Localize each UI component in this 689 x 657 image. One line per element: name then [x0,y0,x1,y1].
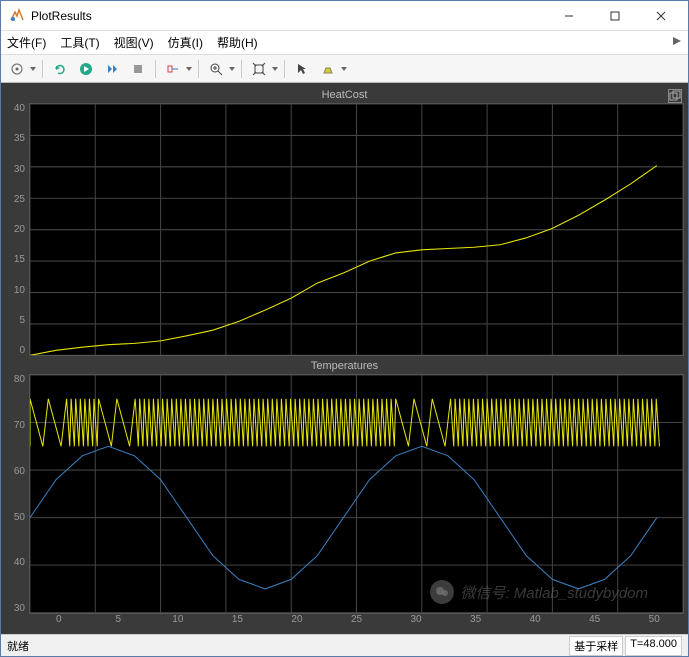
ytick-label: 10 [14,285,25,296]
ytick-label: 80 [14,374,25,385]
ytick-label: 70 [14,420,25,431]
xtick-label: 25 [327,614,387,630]
ytick-label: 5 [19,315,25,326]
step-button[interactable] [100,58,124,80]
cursor-button[interactable] [290,58,314,80]
status-ready: 就绪 [7,638,29,654]
xtick-label: 10 [148,614,208,630]
highlight-dropdown[interactable] [340,67,348,71]
toolbar [1,55,688,83]
xtick-label: 15 [208,614,268,630]
titlebar: PlotResults [1,1,688,31]
menu-view[interactable]: 视图(V) [114,34,154,51]
ytick-label: 40 [14,103,25,114]
chart-title: Temperatures [5,358,684,374]
close-button[interactable] [638,2,684,30]
xtick-label: 0 [29,614,89,630]
ytick-label: 15 [14,254,25,265]
window-title: PlotResults [31,9,546,23]
chart-canvas[interactable] [29,374,684,614]
ytick-label: 40 [14,557,25,568]
menu-help[interactable]: 帮助(H) [217,34,258,51]
xtick-label: 40 [505,614,565,630]
menubar: 文件(F) 工具(T) 视图(V) 仿真(I) 帮助(H) [1,31,688,55]
statusbar: 就绪 基于采样 T=48.000 [1,634,688,656]
plot-area: HeatCost4035302520151050Temperatures8070… [1,83,688,634]
maximize-button[interactable] [592,2,638,30]
ytick-label: 20 [14,224,25,235]
restore-layout-icon[interactable] [668,89,682,103]
run-button[interactable] [74,58,98,80]
ytick-label: 0 [19,345,25,356]
menu-sim[interactable]: 仿真(I) [168,34,203,51]
xtick-label: 35 [446,614,506,630]
ytick-label: 50 [14,512,25,523]
settings-button[interactable] [5,58,29,80]
status-time: T=48.000 [625,636,682,656]
zoom-button[interactable] [204,58,228,80]
restart-button[interactable] [48,58,72,80]
highlight-button[interactable] [316,58,340,80]
chart-title: HeatCost [5,87,684,103]
dock-icon[interactable] [672,35,682,49]
ytick-label: 30 [14,603,25,614]
xtick-label: 45 [565,614,625,630]
autoscale-button[interactable] [247,58,271,80]
autoscale-dropdown[interactable] [271,67,279,71]
signal-dropdown[interactable] [185,67,193,71]
zoom-dropdown[interactable] [228,67,236,71]
ytick-label: 35 [14,133,25,144]
xtick-label: 20 [267,614,327,630]
matlab-icon [9,8,25,24]
status-sample: 基于采样 [569,636,623,656]
stop-button[interactable] [126,58,150,80]
xtick-label: 30 [386,614,446,630]
ytick-label: 30 [14,164,25,175]
signal-button[interactable] [161,58,185,80]
xtick-label: 5 [89,614,149,630]
ytick-label: 25 [14,194,25,205]
menu-file[interactable]: 文件(F) [7,34,46,51]
settings-dropdown[interactable] [29,67,37,71]
menu-tools[interactable]: 工具(T) [60,34,99,51]
chart-canvas[interactable] [29,103,684,356]
ytick-label: 60 [14,466,25,477]
minimize-button[interactable] [546,2,592,30]
xtick-label: 50 [624,614,684,630]
